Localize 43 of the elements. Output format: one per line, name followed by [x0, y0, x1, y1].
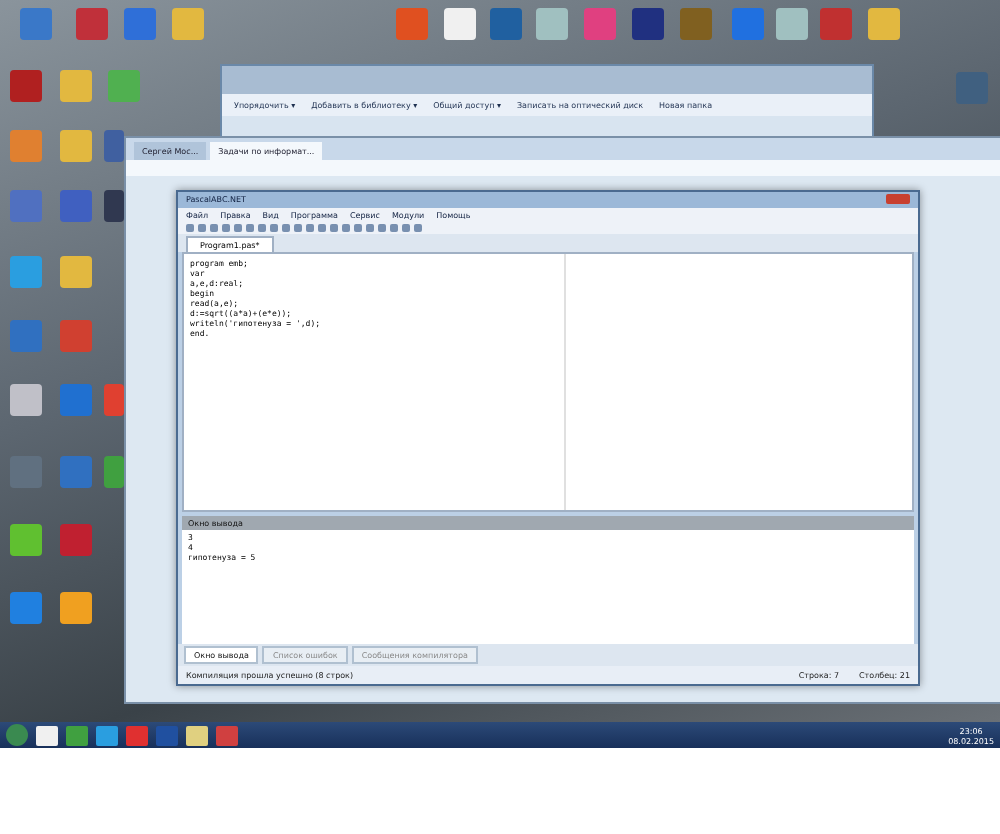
shortcut-icon[interactable] [76, 8, 108, 40]
shortcut-icon[interactable] [172, 8, 204, 40]
shortcut-icon[interactable] [680, 8, 712, 40]
shortcut-icon[interactable] [104, 130, 124, 162]
shortcut-icon[interactable] [124, 8, 156, 40]
shortcut-icon[interactable] [10, 130, 42, 162]
shortcut-icon[interactable] [104, 190, 124, 222]
shortcut-icon[interactable] [60, 130, 92, 162]
shortcut-icon[interactable] [396, 8, 428, 40]
shortcut-icon[interactable] [20, 8, 52, 40]
shortcut-icon[interactable] [60, 256, 92, 288]
shortcut-icon[interactable] [60, 384, 92, 416]
shortcut-icon[interactable] [10, 524, 42, 556]
shortcut-icon[interactable] [104, 456, 124, 488]
taskbar-icon[interactable] [36, 725, 58, 745]
shortcut-icon[interactable] [10, 592, 42, 624]
shortcut-icon[interactable] [584, 8, 616, 40]
shortcut-icon[interactable] [10, 456, 42, 488]
shortcut-icon[interactable] [10, 384, 42, 416]
shortcut-icon[interactable] [60, 320, 92, 352]
shortcut-icon[interactable] [60, 190, 92, 222]
shortcut-icon[interactable] [10, 320, 42, 352]
shortcut-icon[interactable] [868, 8, 900, 40]
shortcut-icon[interactable] [60, 456, 92, 488]
shortcut-icon[interactable] [10, 190, 42, 222]
shortcut-icon[interactable] [60, 70, 92, 102]
taskbar-icon[interactable] [186, 725, 208, 745]
shortcut-icon[interactable] [490, 8, 522, 40]
shortcut-icon[interactable] [108, 70, 140, 102]
shortcut-icon[interactable] [104, 384, 124, 416]
shortcut-icon[interactable] [776, 8, 808, 40]
shortcut-icon[interactable] [536, 8, 568, 40]
start-button[interactable] [6, 724, 28, 746]
shortcut-icon[interactable] [956, 72, 988, 104]
shortcut-icon[interactable] [60, 524, 92, 556]
shortcut-icon[interactable] [10, 256, 42, 288]
shortcut-icon[interactable] [60, 592, 92, 624]
close-button[interactable] [886, 194, 910, 205]
shortcut-icon[interactable] [10, 70, 42, 102]
shortcut-icon[interactable] [820, 8, 852, 40]
shortcut-icon[interactable] [632, 8, 664, 40]
shortcut-icon[interactable] [444, 8, 476, 40]
shortcut-icon[interactable] [732, 8, 764, 40]
